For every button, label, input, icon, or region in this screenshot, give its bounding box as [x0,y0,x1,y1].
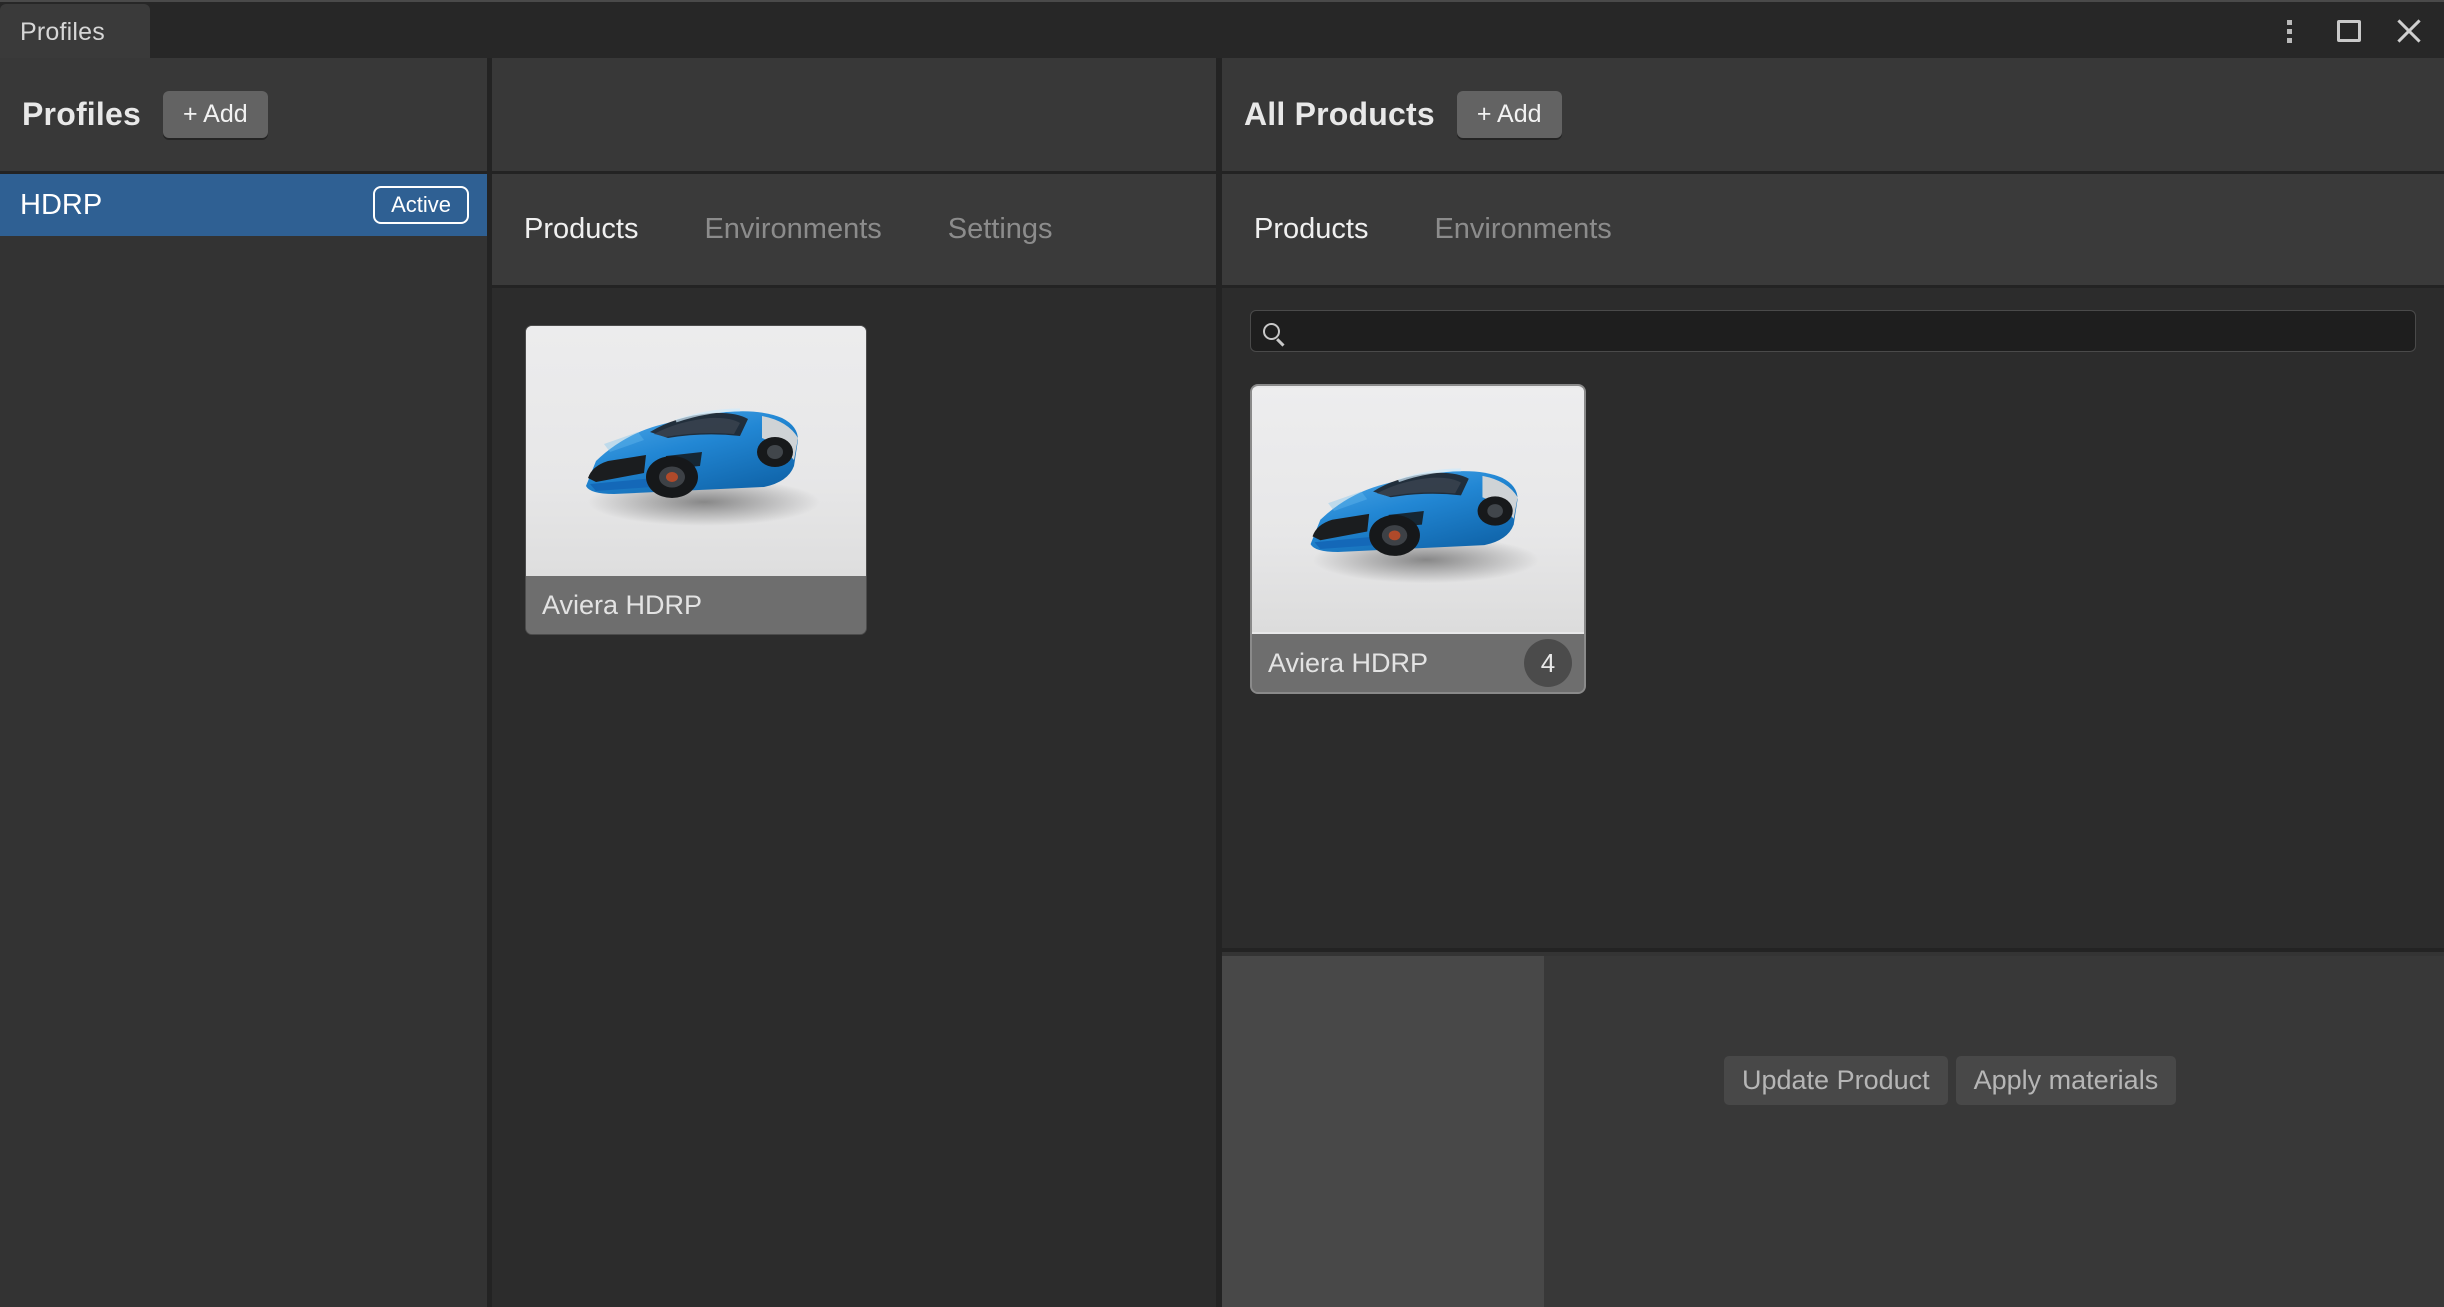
profile-detail-tabs: Products Environments Settings [492,174,1216,288]
tab-environments[interactable]: Environments [704,213,915,246]
profile-detail-header [492,58,1216,174]
profile-list-item-hdrp[interactable]: HDRP Active [0,174,487,236]
profiles-title: Profiles [22,96,141,133]
more-options-icon[interactable] [2272,14,2306,48]
product-card-caption: Aviera HDRP [526,576,866,634]
all-products-panel: All Products + Add Products Environments [1222,58,2444,1307]
window-tab-strip: Profiles [0,4,150,60]
all-products-title: All Products [1244,96,1435,133]
profile-products-grid: Aviera HDRP [492,288,1216,634]
window-tab-profiles[interactable]: Profiles [0,4,150,60]
product-card-selected[interactable]: Aviera HDRP 4 [1252,386,1584,692]
search-box[interactable] [1250,310,2416,352]
product-thumbnail [1252,386,1584,634]
search-area [1222,288,2444,352]
product-preview-pane [1222,956,1544,1307]
app-window: Profiles Profiles + Add HDRP Active [0,0,2444,1307]
apply-materials-button[interactable]: Apply materials [1956,1056,2177,1105]
update-product-button[interactable]: Update Product [1724,1056,1948,1105]
car-illustration [526,326,866,576]
all-products-header: All Products + Add [1222,58,2444,174]
car-illustration [1252,386,1584,634]
profile-name: HDRP [20,189,102,222]
tab-settings[interactable]: Settings [948,213,1087,246]
tab-all-products[interactable]: Products [1254,213,1402,246]
product-name: Aviera HDRP [542,590,702,621]
profiles-panel: Profiles + Add HDRP Active [0,58,487,1307]
product-name: Aviera HDRP [1268,648,1428,679]
add-profile-button[interactable]: + Add [163,91,268,138]
close-icon[interactable] [2392,14,2426,48]
all-products-tabs: Products Environments [1222,174,2444,288]
product-thumbnail [526,326,866,576]
window-tab-label: Profiles [20,18,105,47]
status-badge: Active [373,186,469,224]
product-count-badge: 4 [1524,639,1572,687]
window-controls [2272,2,2426,60]
product-actions-area: Update Product Apply materials [1544,956,2444,1307]
add-product-button[interactable]: + Add [1457,91,1562,138]
title-bar: Profiles [0,0,2444,58]
product-detail-section: Update Product Apply materials [1222,948,2444,1307]
search-icon [1263,323,1280,340]
profiles-header: Profiles + Add [0,58,487,174]
maximize-icon[interactable] [2332,14,2366,48]
main-body: Profiles + Add HDRP Active Products Envi… [0,58,2444,1307]
all-products-grid: Aviera HDRP 4 [1222,352,2444,692]
tab-all-environments[interactable]: Environments [1434,213,1645,246]
product-action-buttons: Update Product Apply materials [1724,1056,2176,1105]
product-card[interactable]: Aviera HDRP [526,326,866,634]
profile-detail-panel: Products Environments Settings [492,58,1216,1307]
product-card-caption: Aviera HDRP 4 [1252,634,1584,692]
search-input[interactable] [1280,311,2415,351]
tab-products[interactable]: Products [524,213,672,246]
